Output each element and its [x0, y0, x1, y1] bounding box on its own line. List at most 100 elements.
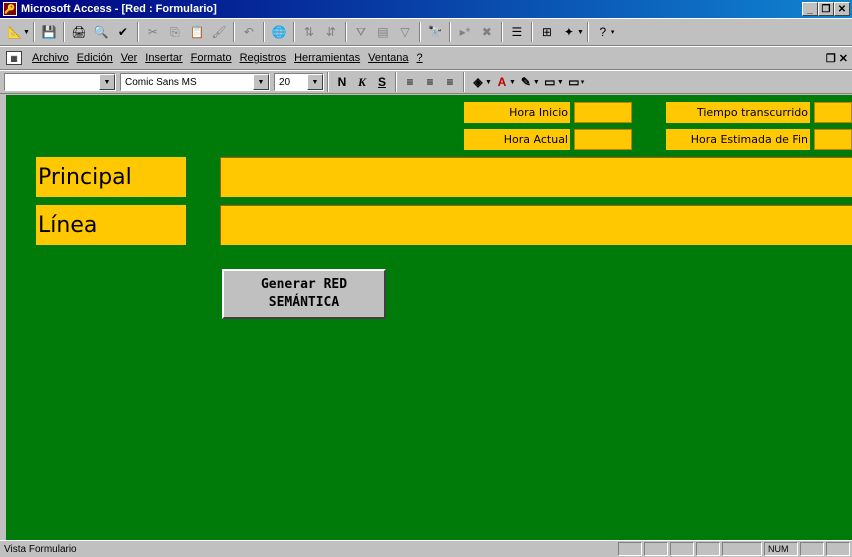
- align-center-icon[interactable]: ≡: [420, 72, 440, 92]
- chevron-down-icon[interactable]: ▼: [99, 74, 115, 90]
- menu-registros[interactable]: Registros: [236, 52, 290, 64]
- minimize-button[interactable]: _: [802, 2, 818, 16]
- window-controls: _ ❐ ✕: [802, 2, 850, 16]
- status-panel: [826, 542, 850, 556]
- standard-toolbar: 📐 ▼ 💾 🖨 🔍 ✔ ✂ ⎘ 📋 🖌 ↶ 🌐 ⇅ ⇵ ⛛ ▤ ▽ 🔭 ▸* ✖ …: [0, 18, 852, 46]
- menu-formato[interactable]: Formato: [187, 52, 236, 64]
- hora-estimada-field[interactable]: [814, 129, 852, 150]
- menu-insertar[interactable]: Insertar: [141, 52, 186, 64]
- menu-bar: ▦ Archivo Edición Ver Insertar Formato R…: [0, 46, 852, 70]
- separator: [530, 22, 533, 42]
- linea-field[interactable]: [220, 205, 852, 245]
- hora-actual-field[interactable]: [574, 129, 632, 150]
- italic-button[interactable]: K: [352, 72, 372, 92]
- principal-field[interactable]: [220, 157, 852, 197]
- separator: [292, 22, 295, 42]
- paste-icon[interactable]: 📋: [186, 21, 208, 43]
- status-panel: [644, 542, 668, 556]
- font-size-value: 20: [279, 76, 291, 88]
- font-name-combo[interactable]: Comic Sans MS ▼: [120, 73, 270, 91]
- toolbar-options-icon[interactable]: ▾: [611, 28, 615, 36]
- line-width-dropdown-icon[interactable]: ▼: [557, 79, 564, 86]
- separator: [395, 72, 397, 92]
- tiempo-transcurrido-label: Tiempo transcurrido: [666, 102, 810, 123]
- separator: [586, 22, 589, 42]
- separator: [500, 22, 503, 42]
- form-canvas: Hora Inicio Tiempo transcurrido Hora Act…: [6, 95, 852, 540]
- menu-ventana[interactable]: Ventana: [364, 52, 412, 64]
- copy-icon[interactable]: ⎘: [164, 21, 186, 43]
- sort-ascending-icon[interactable]: ⇅: [298, 21, 320, 43]
- new-object-dropdown-icon[interactable]: ▼: [577, 29, 584, 36]
- window-title: Microsoft Access - [Red : Formulario]: [21, 3, 217, 15]
- sort-descending-icon[interactable]: ⇵: [320, 21, 342, 43]
- view-dropdown-icon[interactable]: ▼: [23, 29, 30, 36]
- filter-by-selection-icon[interactable]: ⛛: [350, 21, 372, 43]
- format-painter-icon[interactable]: 🖌: [208, 21, 230, 43]
- special-effect-dropdown-icon[interactable]: ▾: [581, 78, 585, 86]
- num-lock-indicator: NUM: [764, 542, 798, 556]
- formatting-toolbar: ▼ Comic Sans MS ▼ 20 ▼ N K S ≡ ≡ ≡ ◈ ▼ A ▼…: [0, 70, 852, 94]
- menu-help[interactable]: ?: [413, 52, 427, 64]
- save-icon[interactable]: 💾: [38, 21, 60, 43]
- separator: [232, 22, 235, 42]
- separator: [136, 22, 139, 42]
- menu-edicion[interactable]: Edición: [73, 52, 117, 64]
- document-restore-icon[interactable]: ❐ ✕: [826, 52, 848, 65]
- status-panel: [618, 542, 642, 556]
- chevron-down-icon[interactable]: ▼: [307, 74, 323, 90]
- hora-inicio-label: Hora Inicio: [464, 102, 570, 123]
- tiempo-transcurrido-field[interactable]: [814, 102, 852, 123]
- form-document-icon[interactable]: ▦: [6, 51, 22, 65]
- separator: [344, 22, 347, 42]
- status-panel: [696, 542, 720, 556]
- find-icon[interactable]: 🔭: [424, 21, 446, 43]
- access-key-icon[interactable]: 🔑: [3, 2, 17, 16]
- font-size-combo[interactable]: 20 ▼: [274, 73, 324, 91]
- properties-icon[interactable]: ☰: [506, 21, 528, 43]
- hyperlink-icon[interactable]: 🌐: [268, 21, 290, 43]
- generate-semantic-network-button[interactable]: Generar RED SEMÁNTICA: [222, 269, 386, 319]
- linea-label: Línea: [36, 205, 186, 245]
- separator: [32, 22, 35, 42]
- spelling-icon[interactable]: ✔: [112, 21, 134, 43]
- restore-button[interactable]: ❐: [818, 2, 834, 16]
- align-right-icon[interactable]: ≡: [440, 72, 460, 92]
- separator: [448, 22, 451, 42]
- menu-archivo[interactable]: Archivo: [28, 52, 73, 64]
- fill-color-dropdown-icon[interactable]: ▼: [485, 79, 492, 86]
- title-bar: 🔑 Microsoft Access - [Red : Formulario] …: [0, 0, 852, 18]
- separator: [262, 22, 265, 42]
- separator: [418, 22, 421, 42]
- print-icon[interactable]: 🖨: [68, 21, 90, 43]
- menu-ver[interactable]: Ver: [117, 52, 142, 64]
- apply-filter-icon[interactable]: ▽: [394, 21, 416, 43]
- database-window-icon[interactable]: ⊞: [536, 21, 558, 43]
- undo-icon[interactable]: ↶: [238, 21, 260, 43]
- separator: [463, 72, 465, 92]
- menu-herramientas[interactable]: Herramientas: [290, 52, 364, 64]
- bold-button[interactable]: N: [332, 72, 352, 92]
- hora-actual-label: Hora Actual: [464, 129, 570, 150]
- align-left-icon[interactable]: ≡: [400, 72, 420, 92]
- principal-label: Principal: [36, 157, 186, 197]
- chevron-down-icon[interactable]: ▼: [253, 74, 269, 90]
- delete-record-icon[interactable]: ✖: [476, 21, 498, 43]
- separator: [62, 22, 65, 42]
- hora-inicio-field[interactable]: [574, 102, 632, 123]
- font-name-value: Comic Sans MS: [125, 76, 197, 88]
- status-text: Vista Formulario: [4, 543, 77, 555]
- cut-icon[interactable]: ✂: [142, 21, 164, 43]
- hora-estimada-label: Hora Estimada de Fin: [666, 129, 810, 150]
- line-color-dropdown-icon[interactable]: ▼: [533, 79, 540, 86]
- status-panel: [670, 542, 694, 556]
- status-panel: [722, 542, 762, 556]
- status-bar: Vista Formulario NUM: [0, 540, 852, 557]
- font-color-dropdown-icon[interactable]: ▼: [509, 79, 516, 86]
- underline-button[interactable]: S: [372, 72, 392, 92]
- close-button[interactable]: ✕: [834, 2, 850, 16]
- object-combo[interactable]: ▼: [4, 73, 116, 91]
- new-record-icon[interactable]: ▸*: [454, 21, 476, 43]
- filter-by-form-icon[interactable]: ▤: [372, 21, 394, 43]
- print-preview-icon[interactable]: 🔍: [90, 21, 112, 43]
